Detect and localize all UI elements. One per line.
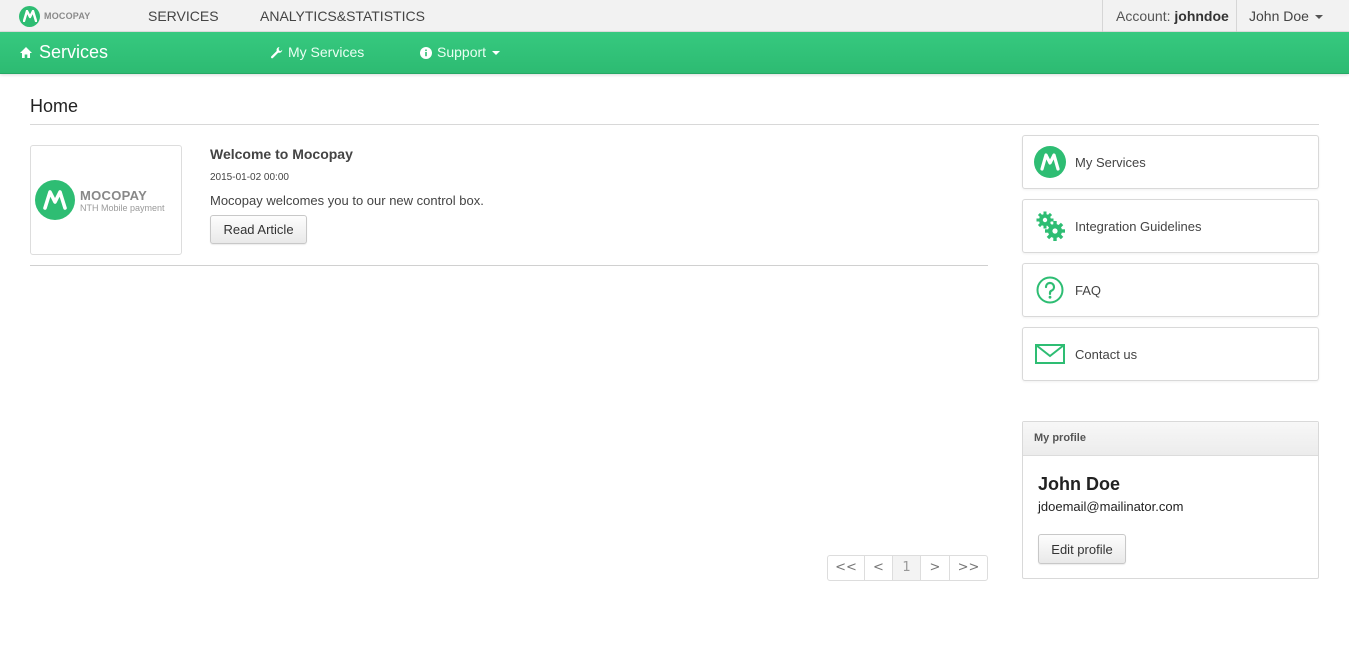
- article-summary: Mocopay welcomes you to our new control …: [210, 193, 484, 208]
- profile-panel: My profile John Doe jdoemail@mailinator.…: [1022, 421, 1319, 579]
- pagination-prev[interactable]: <: [865, 556, 893, 580]
- nav-support-label: Support: [437, 44, 487, 60]
- pagination: << < 1 > >>: [827, 555, 988, 581]
- navbar-brand[interactable]: Services: [19, 32, 108, 73]
- user-menu[interactable]: John Doe: [1236, 0, 1349, 32]
- pagination-first[interactable]: <<: [828, 556, 865, 580]
- mocopay-logo-icon: [1033, 145, 1067, 179]
- wrench-icon: [270, 46, 283, 59]
- home-icon: [19, 46, 33, 59]
- article-thumbnail[interactable]: MOCOPAY NTH Mobile payment: [30, 145, 182, 255]
- article-divider: [30, 265, 988, 266]
- brand-name: MOCOPAY: [44, 11, 91, 21]
- title-divider: [30, 124, 1319, 125]
- gears-icon: [1033, 209, 1067, 243]
- profile-panel-heading: My profile: [1023, 422, 1318, 456]
- thumbnail-tagline: NTH Mobile payment: [80, 202, 165, 213]
- user-menu-label: John Doe: [1249, 8, 1309, 24]
- side-link-label: FAQ: [1075, 282, 1102, 298]
- side-link-label: My Services: [1075, 154, 1146, 170]
- thumbnail-brand-name: MOCOPAY: [80, 187, 148, 203]
- article-title[interactable]: Welcome to Mocopay: [210, 146, 353, 162]
- side-link-my-services[interactable]: My Services: [1022, 135, 1319, 189]
- topnav-services[interactable]: SERVICES: [148, 0, 219, 32]
- account-info: Account: johndoe: [1102, 0, 1237, 32]
- chevron-down-icon: [1314, 15, 1323, 20]
- top-bar: MOCOPAY SERVICES ANALYTICS&STATISTICS Ac…: [0, 0, 1349, 32]
- profile-email: jdoemail@mailinator.com: [1038, 499, 1184, 514]
- pagination-last[interactable]: >>: [950, 556, 987, 580]
- page-title: Home: [30, 96, 79, 116]
- pagination-next[interactable]: >: [921, 556, 950, 580]
- info-icon: [420, 46, 432, 59]
- pagination-page[interactable]: 1: [893, 556, 921, 580]
- side-link-label: Integration Guidelines: [1075, 218, 1202, 234]
- edit-profile-button[interactable]: Edit profile: [1038, 534, 1126, 564]
- mocopay-logo-icon: [35, 180, 75, 220]
- chevron-down-icon: [492, 50, 501, 55]
- account-label: Account:: [1116, 8, 1171, 24]
- profile-name: John Doe: [1038, 474, 1121, 494]
- nav-my-services-label: My Services: [288, 44, 365, 60]
- read-article-button[interactable]: Read Article: [210, 215, 307, 244]
- navbar-brand-label: Services: [39, 42, 109, 62]
- side-link-faq[interactable]: FAQ: [1022, 263, 1319, 317]
- nav-support[interactable]: Support: [420, 32, 501, 73]
- question-icon: [1033, 273, 1067, 307]
- topnav-analytics[interactable]: ANALYTICS&STATISTICS: [260, 0, 425, 32]
- side-link-integration-guidelines[interactable]: Integration Guidelines: [1022, 199, 1319, 253]
- side-link-contact-us[interactable]: Contact us: [1022, 327, 1319, 381]
- mocopay-logo-icon: [19, 5, 40, 27]
- side-link-label: Contact us: [1075, 346, 1138, 362]
- nav-my-services[interactable]: My Services: [270, 32, 364, 73]
- article-date: 2015-01-02 00:00: [210, 172, 289, 183]
- brand[interactable]: MOCOPAY: [19, 5, 90, 27]
- envelope-icon: [1033, 337, 1067, 371]
- account-value: johndoe: [1174, 8, 1229, 24]
- main-navbar: Services My Services Support: [0, 32, 1349, 74]
